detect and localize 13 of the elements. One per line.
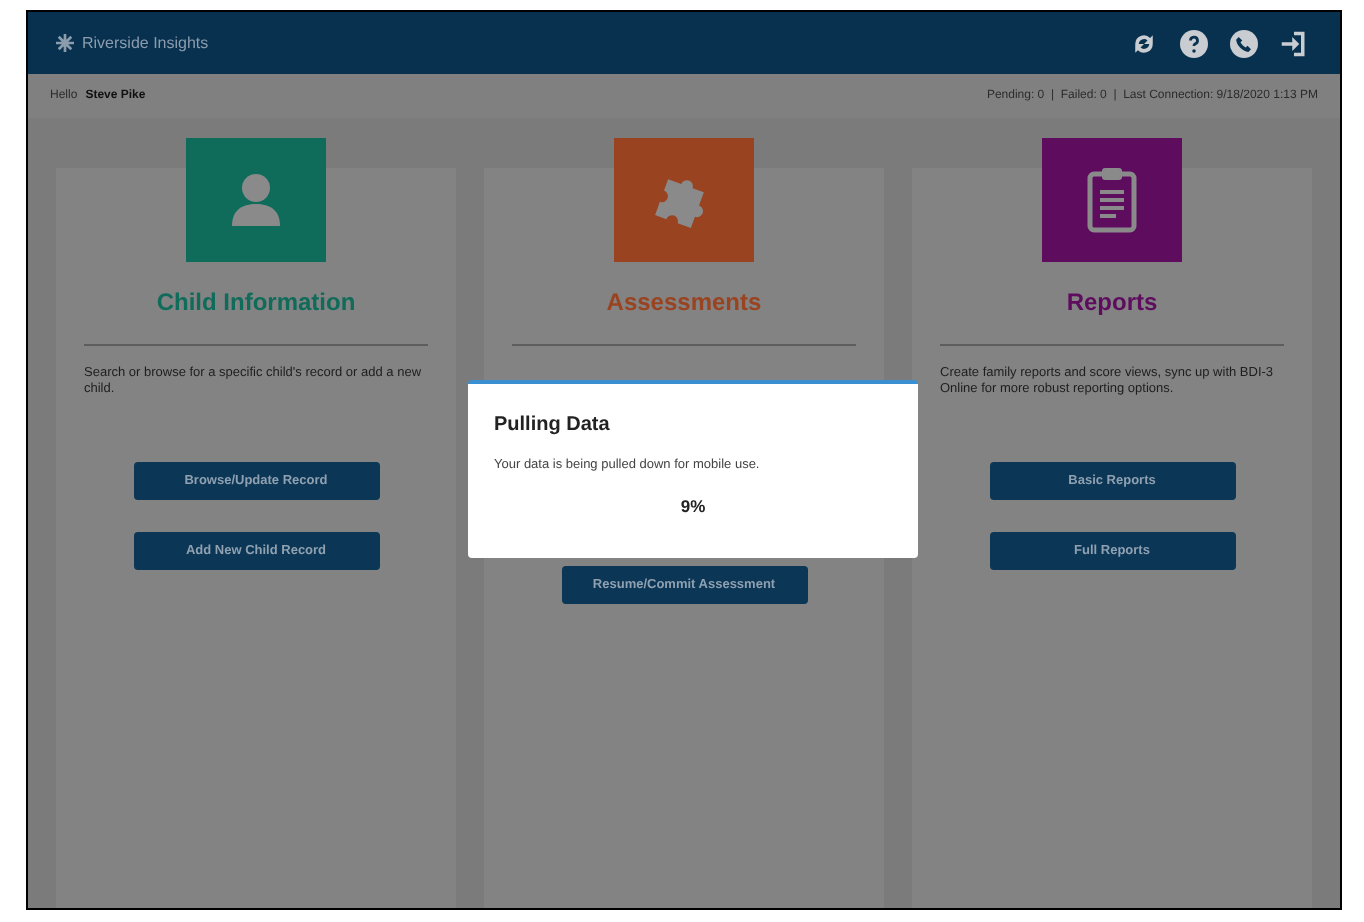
sync-icon[interactable] xyxy=(1130,29,1158,57)
section-title: Assessments xyxy=(606,286,762,320)
dialog-title: Pulling Data xyxy=(494,412,612,440)
phone-icon[interactable] xyxy=(1230,29,1258,57)
section-title: Reports xyxy=(1066,286,1158,320)
person-icon xyxy=(226,170,286,230)
logout-icon[interactable] xyxy=(1280,29,1308,57)
progress-percent: 9% xyxy=(678,493,708,519)
section-title: Child Information xyxy=(156,286,356,320)
help-icon[interactable] xyxy=(1180,29,1208,57)
clipboard-icon xyxy=(1086,166,1138,234)
app-title: Riverside Insights xyxy=(82,31,209,55)
logo-icon xyxy=(56,34,74,52)
